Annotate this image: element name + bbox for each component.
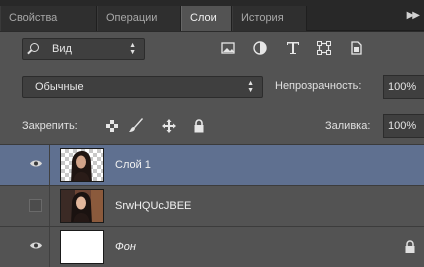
visibility-toggle[interactable] (0, 227, 50, 267)
lock-transparent-icon[interactable] (104, 118, 120, 134)
search-icon (30, 43, 39, 52)
layer-row[interactable]: Слой 1 (0, 145, 424, 186)
layer-thumbnail (60, 148, 104, 182)
panel-tab-bar: Свойства Операции Слои История ▶▶ (0, 0, 424, 31)
layer-name: SrwHQUcJBEE (115, 200, 192, 212)
blend-mode-select[interactable]: Обычные ▲ ▼ (22, 76, 263, 98)
lock-position-icon[interactable] (161, 118, 177, 134)
filter-kind-select[interactable]: Вид ▲ ▼ (22, 38, 145, 60)
lock-image-icon[interactable] (128, 118, 144, 134)
blend-row: Обычные ▲ ▼ Непрозрачность: 100% (0, 68, 424, 108)
visibility-toggle[interactable] (0, 145, 50, 185)
tab-properties[interactable]: Свойства (0, 6, 97, 31)
filter-kind-label: Вид (52, 43, 72, 55)
fill-label: Заливка: (325, 120, 371, 132)
image-filter-icon[interactable] (220, 40, 236, 56)
tab-layers[interactable]: Слои (181, 6, 232, 31)
updown-arrows-icon: ▲ ▼ (247, 80, 254, 94)
shape-filter-icon[interactable] (316, 40, 332, 56)
layer-row[interactable]: Фон (0, 227, 424, 267)
layer-thumbnail (60, 189, 104, 223)
lock-row: Закрепить: Заливка: 100% (0, 108, 424, 145)
type-filter-icon[interactable] (285, 40, 301, 56)
smart-object-filter-icon[interactable] (348, 40, 364, 56)
opacity-label: Непрозрачность: (275, 80, 362, 92)
layer-row[interactable]: SrwHQUcJBEE (0, 186, 424, 227)
layer-name: Слой 1 (115, 159, 151, 171)
visibility-toggle[interactable] (0, 186, 50, 226)
portrait-thumbnail-image (71, 151, 92, 181)
visibility-empty-box (29, 199, 42, 212)
layers-list: Слой 1 SrwHQUcJBEE Фон (0, 145, 424, 267)
photo-thumbnail-image (61, 190, 103, 222)
fill-input[interactable]: 100% (383, 114, 424, 138)
tab-actions[interactable]: Операции (97, 6, 181, 31)
filter-row: Вид ▲ ▼ (0, 32, 424, 68)
lock-all-icon[interactable] (191, 118, 207, 134)
eye-icon (30, 160, 42, 167)
layer-name: Фон (115, 241, 136, 253)
layer-thumbnail (60, 230, 104, 264)
eye-icon (30, 242, 42, 249)
tab-history[interactable]: История (232, 6, 307, 31)
opacity-input[interactable]: 100% (383, 75, 424, 99)
adjustment-filter-icon[interactable] (252, 40, 268, 56)
updown-arrows-icon: ▲ ▼ (129, 42, 136, 56)
lock-icon (405, 240, 415, 253)
blend-mode-value: Обычные (35, 81, 84, 93)
panel-menu-icon[interactable]: ▶▶ (407, 10, 420, 21)
lock-label: Закрепить: (22, 120, 78, 132)
